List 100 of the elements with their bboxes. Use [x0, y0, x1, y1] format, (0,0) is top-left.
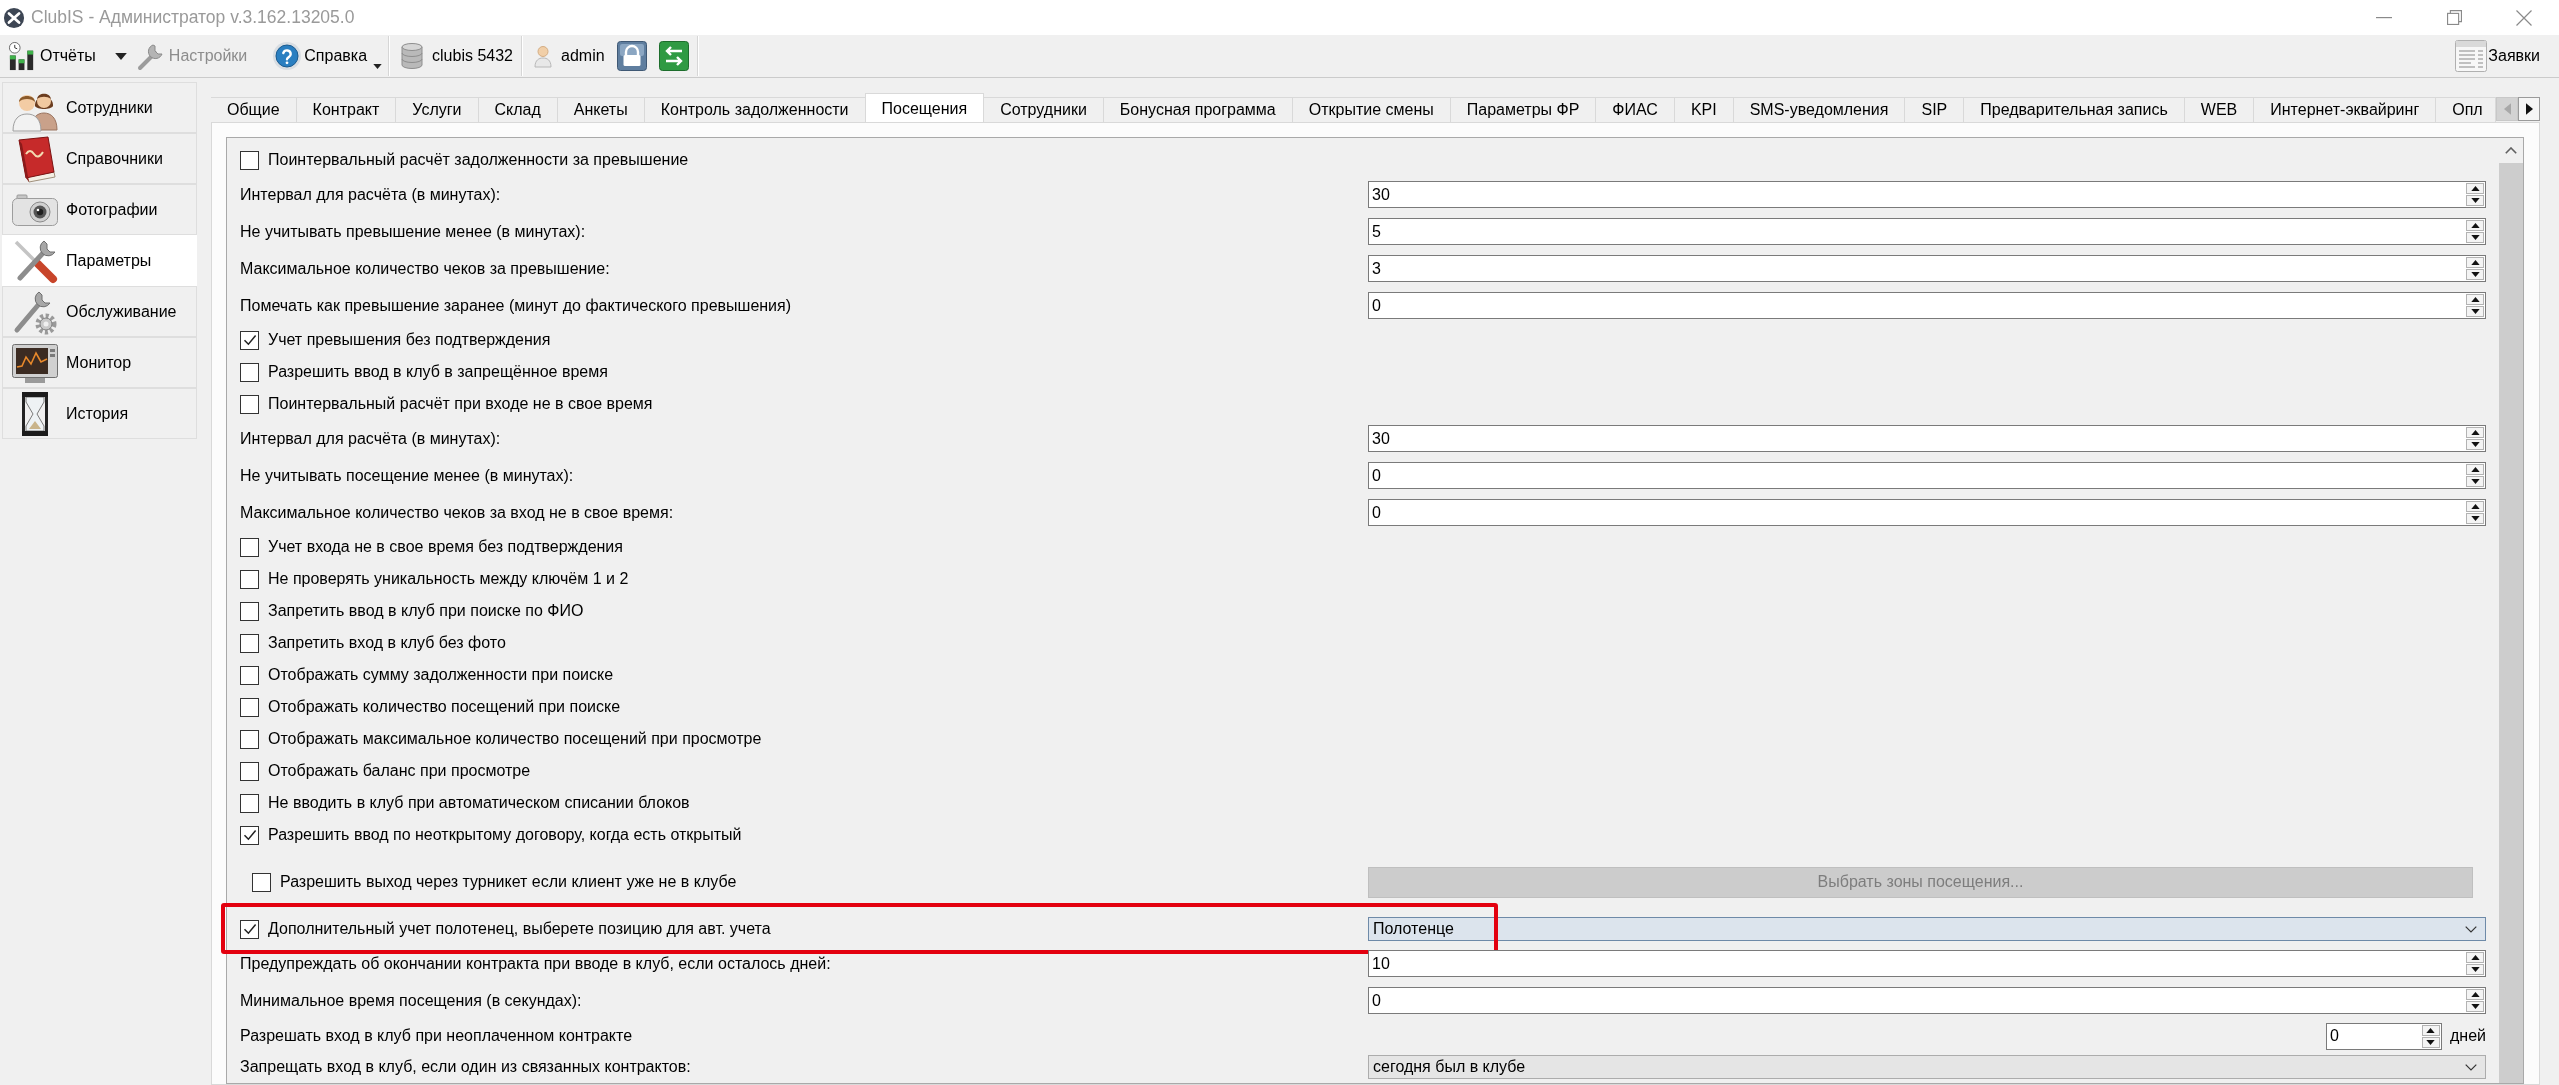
number-field[interactable]: 10: [1368, 950, 2486, 977]
caret-up-icon: [2470, 955, 2480, 960]
checkbox[interactable]: [240, 601, 259, 621]
spin-down-button[interactable]: [2466, 476, 2484, 487]
dropdown[interactable]: Полотенце: [1368, 917, 2486, 941]
lock-icon: [616, 41, 647, 71]
checkbox[interactable]: [240, 537, 259, 557]
spin-down-button[interactable]: [2466, 513, 2484, 524]
database-icon: [400, 43, 425, 69]
field-label: Интервал для расчёта (в минутах):: [240, 428, 501, 449]
tab[interactable]: Опл: [2435, 97, 2496, 122]
spin-up-button[interactable]: [2466, 501, 2484, 512]
toolbar-label: clubis 5432: [432, 46, 513, 66]
caret-down-icon: [2470, 198, 2480, 203]
sidebar-item[interactable]: Справочники: [2, 133, 197, 184]
spin-down-button[interactable]: [2466, 964, 2484, 975]
caret-up-icon: [2470, 186, 2480, 191]
spin-down-button[interactable]: [2466, 306, 2484, 317]
checkbox[interactable]: [240, 569, 259, 589]
toolbar-label: admin: [561, 46, 605, 66]
field-label: Запрещать вход в клуб, если один из связанных контрактов:: [240, 1057, 691, 1077]
number-field[interactable]: 30: [1368, 425, 2486, 452]
number-field[interactable]: 0: [1368, 292, 2486, 319]
spin-up-button[interactable]: [2466, 464, 2484, 475]
checkbox[interactable]: [240, 330, 259, 350]
checkbox-label: Поинтервальный расчёт при входе не в свое время: [268, 394, 653, 414]
checkbox[interactable]: [240, 665, 259, 685]
checkbox-label: Разрешить ввод по неоткрытому договору, когда есть открытый: [268, 825, 742, 845]
spin-down-button[interactable]: [2466, 269, 2484, 280]
field-label: Максимальное количество чеков за вход не в свое время:: [240, 502, 674, 523]
caret-up-icon: [2470, 260, 2480, 265]
caret-down-icon: [2470, 235, 2480, 240]
spin-up-button[interactable]: [2466, 220, 2484, 231]
spin-down-button[interactable]: [2466, 195, 2484, 206]
checkbox[interactable]: [240, 394, 259, 414]
caret-down-icon: [373, 64, 383, 69]
sidebar-item[interactable]: Параметры: [2, 235, 197, 286]
checkbox[interactable]: [240, 793, 259, 813]
caret-down-icon: [2470, 442, 2480, 447]
spin-up-button[interactable]: [2466, 989, 2484, 1000]
toolbar-button[interactable]: Отчёты: [7, 38, 96, 74]
spin-down-button[interactable]: [2466, 439, 2484, 450]
checkbox-label: Учет входа не в свое время без подтверждения: [268, 537, 623, 557]
caret-up-icon: [2470, 504, 2480, 509]
check-icon: [242, 828, 257, 842]
number-field[interactable]: 5: [1368, 218, 2486, 245]
number-field[interactable]: 0: [1368, 987, 2486, 1014]
field-label: Предупреждать об окончании контракта при вводе в клуб, если осталось дней:: [240, 953, 831, 974]
close-icon: [2516, 9, 2532, 26]
toolbar-button[interactable]: [616, 41, 647, 71]
caret-left-icon: [2503, 103, 2511, 115]
check-icon: [242, 922, 257, 936]
tab[interactable]: Посещения: [864, 93, 985, 122]
checkbox[interactable]: [240, 761, 259, 781]
checkbox-label: Не проверять уникальность между ключём 1 и 2: [268, 569, 629, 589]
unit-label: дней: [2450, 1026, 2486, 1046]
caret-down-icon: [2470, 479, 2480, 484]
spin-up-button[interactable]: [2466, 183, 2484, 194]
chevron-up-icon: [2505, 147, 2517, 154]
chevron-down-icon: [2465, 925, 2477, 933]
swap-arrows-icon: [658, 41, 689, 71]
number-field[interactable]: 0: [1368, 462, 2486, 489]
sidebar-item[interactable]: История: [2, 388, 197, 439]
field-label: Минимальное время посещения (в секундах):: [240, 990, 582, 1011]
spin-up-button[interactable]: [2466, 294, 2484, 305]
sidebar-item[interactable]: Фотографии: [2, 184, 197, 235]
checkbox-label: Отображать сумму задолженности при поиске: [268, 665, 614, 685]
caret-up-icon: [2426, 1027, 2436, 1033]
number-field[interactable]: 0: [2326, 1022, 2442, 1050]
checkbox[interactable]: [252, 872, 271, 892]
number-field[interactable]: 3: [1368, 255, 2486, 282]
spin-down-button[interactable]: [2466, 1001, 2484, 1012]
checkbox[interactable]: [240, 633, 259, 653]
toolbar-button[interactable]: Справка: [272, 38, 383, 74]
toolbar-button[interactable]: Заявки: [2455, 35, 2540, 77]
checkbox[interactable]: [240, 697, 259, 717]
spin-up-button[interactable]: [2466, 257, 2484, 268]
spin-up-button[interactable]: [2466, 952, 2484, 963]
number-field[interactable]: 0: [1368, 499, 2486, 526]
dropdown[interactable]: сегодня был в клубе: [1368, 1055, 2486, 1079]
sidebar-item[interactable]: Обслуживание: [2, 286, 197, 337]
number-field[interactable]: 30: [1368, 181, 2486, 208]
checkbox[interactable]: [240, 825, 259, 845]
caret-up-icon: [2470, 992, 2480, 997]
spin-down-button[interactable]: [2422, 1036, 2440, 1048]
checkbox-label: Учет превышения без подтверждения: [268, 330, 551, 350]
sidebar-item[interactable]: Монитор: [2, 337, 197, 388]
tab-scroll-right-button[interactable]: [2518, 97, 2540, 121]
spin-down-button[interactable]: [2466, 232, 2484, 243]
checkbox-label: Запретить вход в клуб без фото: [268, 633, 506, 653]
checkbox[interactable]: [240, 150, 259, 170]
caret-down-icon: [2470, 272, 2480, 277]
checkbox[interactable]: [240, 919, 259, 939]
checkbox[interactable]: [240, 362, 259, 382]
caret-up-icon: [2470, 297, 2480, 302]
checkbox[interactable]: [240, 729, 259, 749]
sidebar-item[interactable]: Сотрудники: [2, 82, 197, 133]
spin-up-button[interactable]: [2466, 427, 2484, 438]
spin-up-button[interactable]: [2422, 1024, 2440, 1036]
toolbar-button[interactable]: [658, 41, 689, 71]
